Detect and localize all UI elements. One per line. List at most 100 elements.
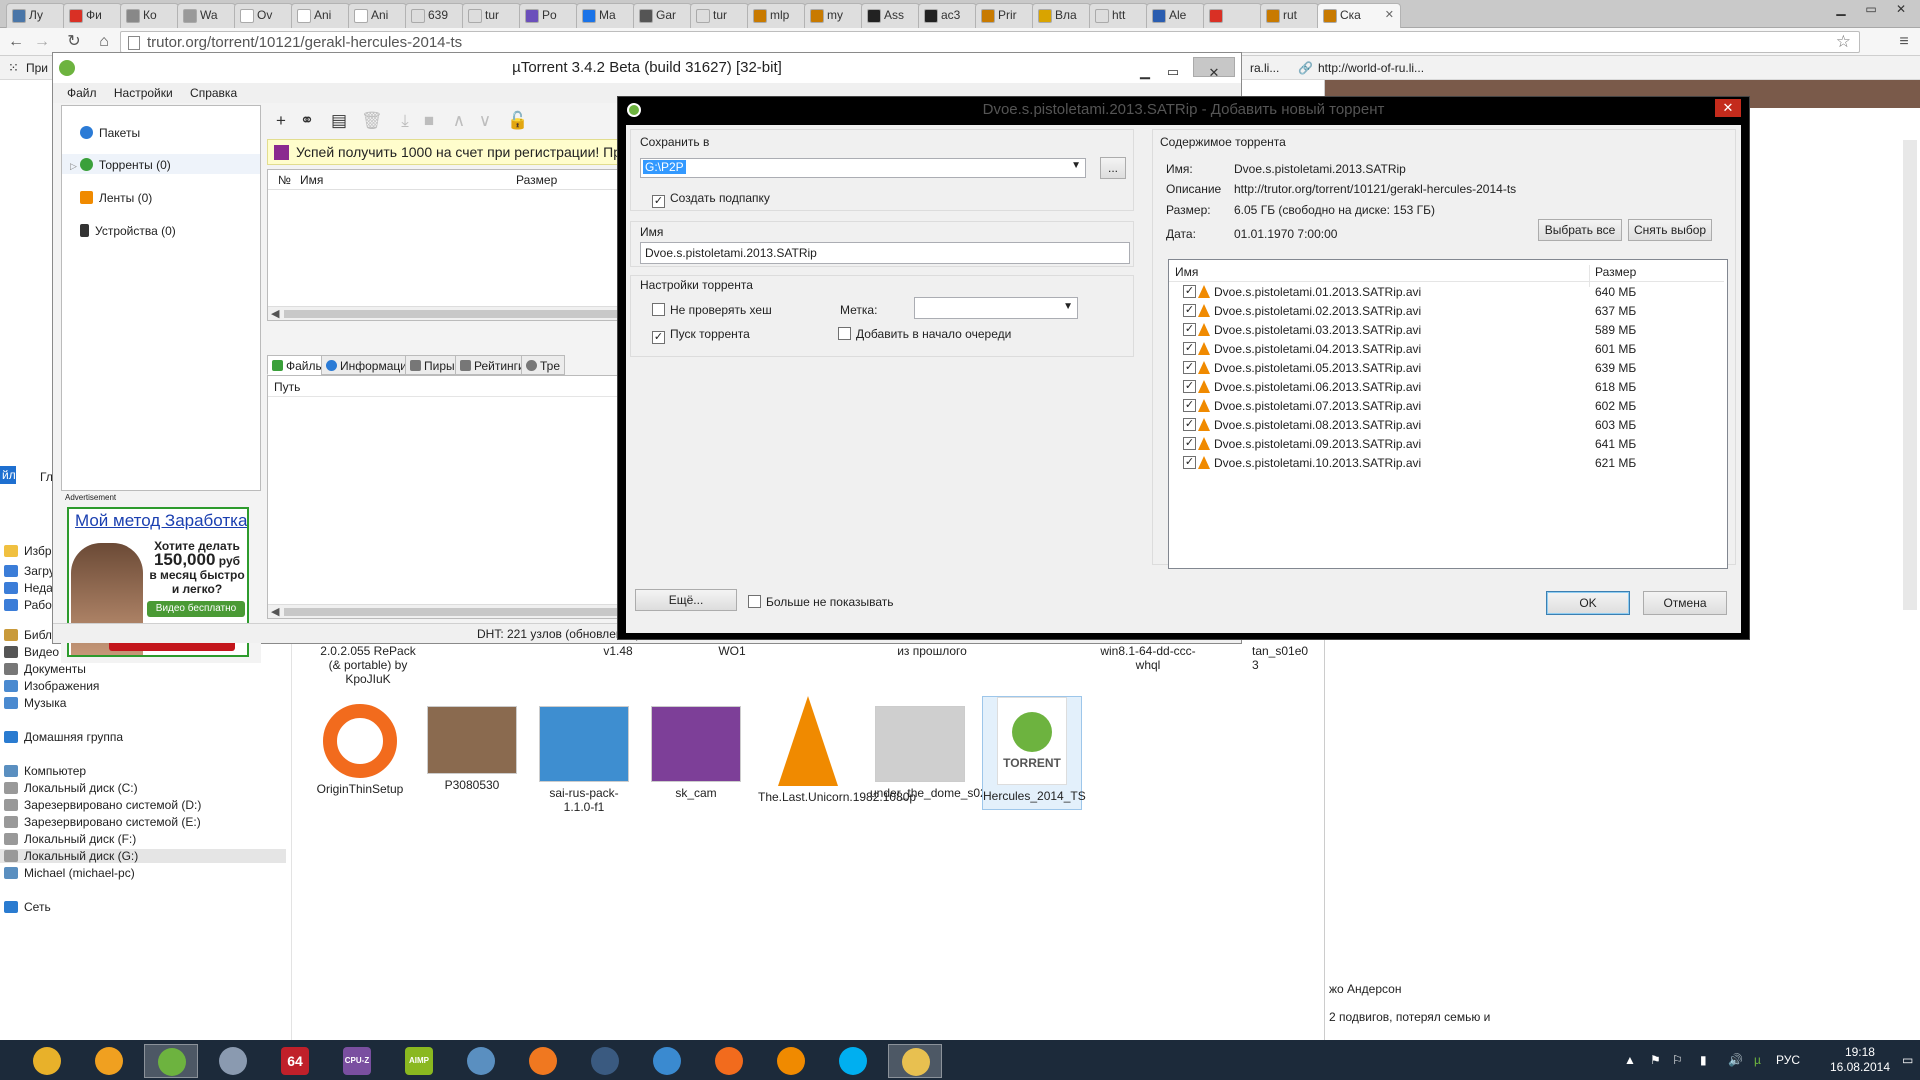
tray-flag-icon[interactable]: ⚑ <box>1650 1054 1662 1066</box>
start-torrent-checkbox[interactable]: ✓ Пуск торрента <box>652 327 750 344</box>
nav-item[interactable]: Зарезервировано системой (D:) <box>4 798 201 812</box>
nav-item[interactable]: Сеть <box>4 900 51 914</box>
file-row[interactable]: ✓ Dvoe.s.pistoletami.10.2013.SATRip.avi 62… <box>1169 453 1724 472</box>
name-input[interactable]: Dvoe.s.pistoletami.2013.SATRip <box>640 242 1130 264</box>
tab-peers[interactable]: Пиры <box>405 355 460 375</box>
nav-item[interactable]: Видео <box>4 645 59 659</box>
download-icon[interactable]: ⤓ <box>395 111 415 131</box>
file-row[interactable]: ✓ Dvoe.s.pistoletami.09.2013.SATRip.avi 64… <box>1169 434 1724 453</box>
minimize-button[interactable]: ▁ <box>1830 2 1852 18</box>
more-button[interactable]: Ещё... <box>635 589 737 611</box>
forward-icon[interactable]: → <box>32 32 52 52</box>
browser-tab[interactable]: 639 <box>405 3 464 28</box>
steam-icon[interactable] <box>578 1044 632 1078</box>
col-size[interactable]: Размер <box>516 173 557 187</box>
file-item[interactable]: OriginThinSetup <box>310 696 410 796</box>
add-to-top-checkbox[interactable]: Добавить в начало очереди <box>838 327 1011 341</box>
apps-grid-icon[interactable]: ⁙ <box>8 60 19 76</box>
file-row[interactable]: ✓ Dvoe.s.pistoletami.07.2013.SATRip.avi 60… <box>1169 396 1724 415</box>
nav-item[interactable]: Зарезервировано системой (E:) <box>4 815 201 829</box>
save-path-combo[interactable]: G:\P2P ▼ <box>640 158 1086 178</box>
file-checkbox[interactable]: ✓ <box>1183 456 1196 469</box>
vlc-icon[interactable] <box>764 1044 818 1078</box>
col-name[interactable]: Имя <box>1175 265 1198 279</box>
label-combo[interactable]: ▼ <box>914 297 1078 319</box>
file-row[interactable]: ✓ Dvoe.s.pistoletami.02.2013.SATRip.avi 63… <box>1169 301 1724 320</box>
file-checkbox[interactable]: ✓ <box>1183 304 1196 317</box>
file-label-partial[interactable]: tan_s01e0 3 <box>1252 644 1308 672</box>
file-item[interactable]: P3080530 <box>422 696 522 792</box>
browser-tab[interactable]: Ска ✕ <box>1317 3 1401 29</box>
cpuz-icon[interactable]: CPU-Z <box>330 1044 384 1078</box>
col-name[interactable]: Имя <box>300 173 323 187</box>
ad-title[interactable]: Мой метод Заработка <box>75 511 247 531</box>
add-link-icon[interactable]: ⚭ <box>297 111 317 131</box>
tray-network-icon[interactable]: ▮ <box>1700 1054 1712 1066</box>
expand-arrow-icon[interactable]: ▷ <box>70 161 77 171</box>
file-checkbox[interactable]: ✓ <box>1183 418 1196 431</box>
bookmark-apps[interactable]: При <box>26 61 48 75</box>
clock[interactable]: 19:18 16.08.2014 <box>1830 1045 1890 1075</box>
file-row[interactable]: ✓ Dvoe.s.pistoletami.01.2013.SATRip.avi 64… <box>1169 282 1724 301</box>
maximize-button[interactable]: ▭ <box>1860 2 1882 18</box>
file-item[interactable]: sai-rus-pack-1.1.0-f1 <box>534 696 634 814</box>
menu-settings[interactable]: Настройки <box>114 86 173 100</box>
tab-ratings[interactable]: Рейтинги <box>455 355 530 375</box>
move-down-icon[interactable]: ∨ <box>475 111 495 131</box>
aida64-icon[interactable]: 64 <box>268 1044 322 1078</box>
move-up-icon[interactable]: ∧ <box>449 111 469 131</box>
nav-item[interactable]: Музыка <box>4 696 66 710</box>
browser-tab[interactable]: Вла <box>1032 3 1091 28</box>
nav-item[interactable]: Локальный диск (G:) <box>0 849 286 863</box>
file-row[interactable]: ✓ Dvoe.s.pistoletami.05.2013.SATRip.avi 63… <box>1169 358 1724 377</box>
stop-icon[interactable]: ■ <box>419 111 439 131</box>
skype-icon[interactable] <box>826 1044 880 1078</box>
reload-icon[interactable]: ↻ <box>64 32 84 52</box>
back-icon[interactable]: ← <box>6 32 26 52</box>
chevron-down-icon[interactable]: ▼ <box>1071 160 1081 171</box>
address-bar[interactable]: trutor.org/torrent/10121/gerakl-hercules… <box>120 31 1860 53</box>
file-label-partial[interactable]: 2.0.2.055 RePack (& portable) by KpoJIuK <box>318 644 418 686</box>
remove-icon[interactable]: 🗑 <box>361 111 383 131</box>
tab-trackers[interactable]: Тре <box>521 355 566 375</box>
file-row[interactable]: ✓ Dvoe.s.pistoletami.06.2013.SATRip.avi 61… <box>1169 377 1724 396</box>
bookmark-world-of-ru[interactable]: http://world-of-ru.li... <box>1318 61 1424 75</box>
browser-tab[interactable]: Ani <box>291 3 350 28</box>
nav-item[interactable]: Недав <box>4 581 59 595</box>
browser-tab[interactable]: Ко <box>120 3 179 28</box>
nav-item[interactable]: Домашняя группа <box>4 730 123 744</box>
language-indicator[interactable]: РУС <box>1776 1053 1800 1067</box>
browser-tab[interactable]: htt <box>1089 3 1148 28</box>
browser-tab[interactable]: Ale <box>1146 3 1205 28</box>
dont-show-checkbox[interactable]: Больше не показывать <box>748 595 894 609</box>
cancel-button[interactable]: Отмена <box>1643 591 1727 615</box>
col-path[interactable]: Путь <box>274 380 300 394</box>
menu-help[interactable]: Справка <box>190 86 237 100</box>
tab-files[interactable]: Файлы <box>267 355 330 375</box>
tab-info[interactable]: Информация <box>321 355 419 375</box>
browse-button[interactable]: ... <box>1100 157 1126 179</box>
ok-button[interactable]: OK <box>1546 591 1630 615</box>
nav-item[interactable]: Локальный диск (F:) <box>4 832 136 846</box>
app-triangle-icon[interactable] <box>82 1044 136 1078</box>
page-scrollbar[interactable] <box>1903 140 1917 610</box>
uplay-icon[interactable] <box>640 1044 694 1078</box>
chrome-icon[interactable] <box>20 1044 74 1078</box>
file-checkbox[interactable]: ✓ <box>1183 380 1196 393</box>
info-desc-value[interactable]: http://trutor.org/torrent/10121/gerakl-h… <box>1234 182 1516 196</box>
browser-tab[interactable]: Ov <box>234 3 293 28</box>
aimp-icon[interactable]: AIMP <box>392 1044 446 1078</box>
file-item[interactable]: TORRENT Hercules_2014_TS <box>982 696 1086 810</box>
browser-tab[interactable]: Ani <box>348 3 407 28</box>
add-torrent-icon[interactable]: + <box>271 111 291 131</box>
browser-tab[interactable]: tur <box>462 3 521 28</box>
dialog-close-button[interactable]: ✕ <box>1715 99 1741 117</box>
menu-icon[interactable]: ≡ <box>1894 32 1914 52</box>
file-checkbox[interactable]: ✓ <box>1183 323 1196 336</box>
file-row[interactable]: ✓ Dvoe.s.pistoletami.08.2013.SATRip.avi 60… <box>1169 415 1724 434</box>
close-button[interactable]: ✕ <box>1890 2 1912 18</box>
file-row[interactable]: ✓ Dvoe.s.pistoletami.04.2013.SATRip.avi 60… <box>1169 339 1724 358</box>
sidebar-item-feeds[interactable]: Ленты (0) <box>80 191 152 205</box>
tray-arrow-icon[interactable]: ▲ <box>1624 1054 1636 1066</box>
browser-tab[interactable]: Gar <box>633 3 692 28</box>
